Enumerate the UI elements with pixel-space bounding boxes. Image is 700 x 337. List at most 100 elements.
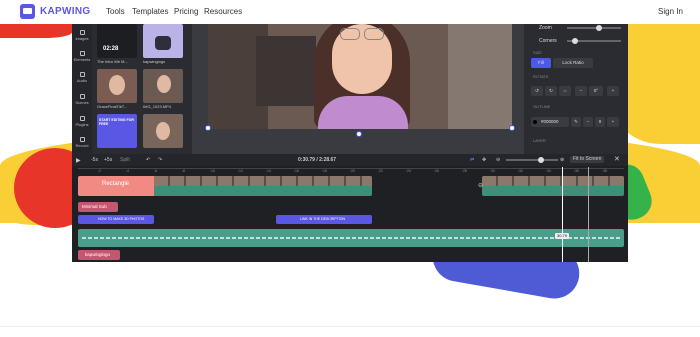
outline-width-value[interactable]: 0: [595, 117, 605, 127]
video-track-2[interactable]: [482, 176, 624, 196]
media-library: 02:28 The Intro We M... kapwinglogo Grac…: [93, 24, 187, 154]
ruler-tick: :18: [322, 169, 327, 173]
ruler-tick: :38: [602, 169, 607, 173]
playhead[interactable]: [562, 167, 563, 262]
video-filmstrip-2: [482, 176, 624, 186]
sidebar-item-elements[interactable]: Elements: [72, 51, 92, 62]
media-caption-4: IMG_1023.MP4: [143, 104, 172, 109]
nav-link-tools[interactable]: Tools: [106, 7, 125, 16]
sidebar-item-plugins[interactable]: Plugins: [72, 116, 92, 127]
scenes-icon: [79, 94, 85, 99]
snap-icon[interactable]: ⇄: [470, 157, 474, 163]
rotate-plus-button[interactable]: +: [607, 86, 619, 96]
rotate-degree-button[interactable]: 0°: [589, 86, 603, 96]
media-thumb-face[interactable]: [143, 114, 183, 148]
rectangle-clip-label: Rectangle: [102, 181, 130, 187]
ruler-tick: :16: [294, 169, 299, 173]
zoom-slider[interactable]: [567, 25, 621, 31]
music-icon: [79, 72, 85, 77]
ruler-tick: :14: [266, 169, 271, 173]
page: KAPWING Tools Templates Pricing Resource…: [0, 0, 700, 337]
ruler-tick: :8: [182, 169, 185, 173]
text-clip-1[interactable]: HOW TO MAKE 3D PHOTOS: [78, 215, 154, 224]
signin-link[interactable]: Sign In: [658, 7, 683, 16]
record-icon: [79, 137, 85, 142]
audio-track[interactable]: [78, 229, 624, 247]
timeline-ruler: :2:4:6:8:10:12:14:16:18:20:22:24:26:28:3…: [78, 168, 624, 174]
ruler-tick: :6: [154, 169, 157, 173]
outline-color-swatch: [533, 120, 537, 124]
fill-button[interactable]: Fill: [531, 58, 551, 68]
timeline-toolbar: ▶ -5s +5s Split ↶ ↷ 0:30.79 / 2:28.67 ⇄ …: [72, 154, 628, 166]
media-caption-2: kapwinglogo: [143, 59, 166, 64]
center-icon[interactable]: ✥: [482, 157, 486, 163]
close-timeline-icon[interactable]: ✕: [614, 155, 620, 163]
corners-slider-knob[interactable]: [571, 38, 578, 44]
fit-to-screen-button[interactable]: Fit to Screen: [570, 156, 605, 163]
brand-logo[interactable]: KAPWING: [20, 4, 90, 19]
ruler-tick: :36: [574, 169, 579, 173]
redo-icon[interactable]: ↷: [158, 157, 162, 163]
play-icon[interactable]: ▶: [76, 157, 81, 164]
sidebar-item-images[interactable]: Images: [72, 30, 92, 41]
resize-handle-bl[interactable]: [205, 125, 211, 131]
logo-track-clip[interactable]: kapwinglogo: [78, 250, 120, 260]
top-nav: KAPWING Tools Templates Pricing Resource…: [0, 0, 700, 24]
ruler-tick: :24: [406, 169, 411, 173]
lock-ratio-button[interactable]: Lock Ratio: [553, 58, 593, 68]
corners-slider[interactable]: [567, 38, 621, 44]
skip-forward-button[interactable]: +5s: [104, 157, 112, 163]
ruler-tick: :34: [546, 169, 551, 173]
nav-link-templates[interactable]: Templates: [132, 7, 168, 16]
ruler-tick: :12: [238, 169, 243, 173]
zoom-out-icon[interactable]: ⊖: [496, 157, 500, 163]
plugin-icon: [79, 116, 85, 121]
text-clip-2[interactable]: LINK IN THE DESCRIPTION: [276, 215, 372, 224]
ruler-tick: :22: [378, 169, 383, 173]
thumb-duration: 02:28: [103, 46, 119, 52]
sidebar-item-scenes[interactable]: Scenes: [72, 94, 92, 105]
nav-link-pricing[interactable]: Pricing: [174, 7, 198, 16]
resize-handle-br[interactable]: [509, 125, 515, 131]
timeline-zoom-knob[interactable]: [538, 157, 544, 163]
undo-icon[interactable]: ↶: [146, 157, 150, 163]
brand-name: KAPWING: [40, 6, 91, 17]
playhead-time-badge: 30.79: [555, 233, 570, 239]
video-filmstrip: [154, 176, 372, 186]
sidebar-item-record[interactable]: Record: [72, 137, 92, 148]
outline-minus-button[interactable]: −: [583, 117, 593, 127]
resize-handle-bottom[interactable]: [356, 131, 362, 137]
rotate-label: ROTATE: [533, 74, 549, 79]
rotate-right-button[interactable]: ↻: [545, 86, 557, 96]
outline-plus-button[interactable]: +: [607, 117, 619, 127]
media-thumb-intro[interactable]: 02:28: [97, 24, 137, 58]
zoom-in-icon[interactable]: ⊕: [560, 157, 564, 163]
video-track-1[interactable]: Rectangle: [78, 176, 372, 196]
split-button[interactable]: Split: [120, 157, 130, 163]
link-icon[interactable]: ⊖: [478, 182, 483, 189]
media-thumb-promo[interactable]: START EDITING FOR FREE: [97, 114, 137, 148]
media-thumb-grace[interactable]: [97, 69, 137, 103]
nav-link-resources[interactable]: Resources: [204, 7, 242, 16]
divider: [0, 326, 700, 327]
timeline-zoom-slider[interactable]: [506, 157, 558, 163]
layer-label: LAYER: [533, 138, 546, 143]
media-thumb-kapwinglogo[interactable]: [143, 24, 183, 58]
zoom-slider-knob[interactable]: [595, 25, 602, 31]
skip-back-button[interactable]: -5s: [91, 157, 98, 163]
sidebar-item-audio[interactable]: Audio: [72, 72, 92, 83]
ruler-tick: :30: [490, 169, 495, 173]
shapes-icon: [79, 51, 85, 56]
timeline: ▶ -5s +5s Split ↶ ↷ 0:30.79 / 2:28.67 ⇄ …: [72, 154, 628, 262]
media-thumb-img1023[interactable]: [143, 69, 183, 103]
ruler-tick: :26: [434, 169, 439, 173]
secondary-playhead: [588, 167, 589, 262]
eyedropper-icon[interactable]: ✎: [571, 117, 581, 127]
flip-h-button[interactable]: ⇔: [559, 86, 571, 96]
video-preview[interactable]: [208, 24, 512, 129]
minimal-sub-clip[interactable]: Minimal Sub: [78, 202, 118, 212]
rotate-left-button[interactable]: ↺: [531, 86, 543, 96]
ruler-tick: :4: [126, 169, 129, 173]
rotate-minus-button[interactable]: −: [575, 86, 587, 96]
corners-label: Corners: [539, 38, 557, 44]
